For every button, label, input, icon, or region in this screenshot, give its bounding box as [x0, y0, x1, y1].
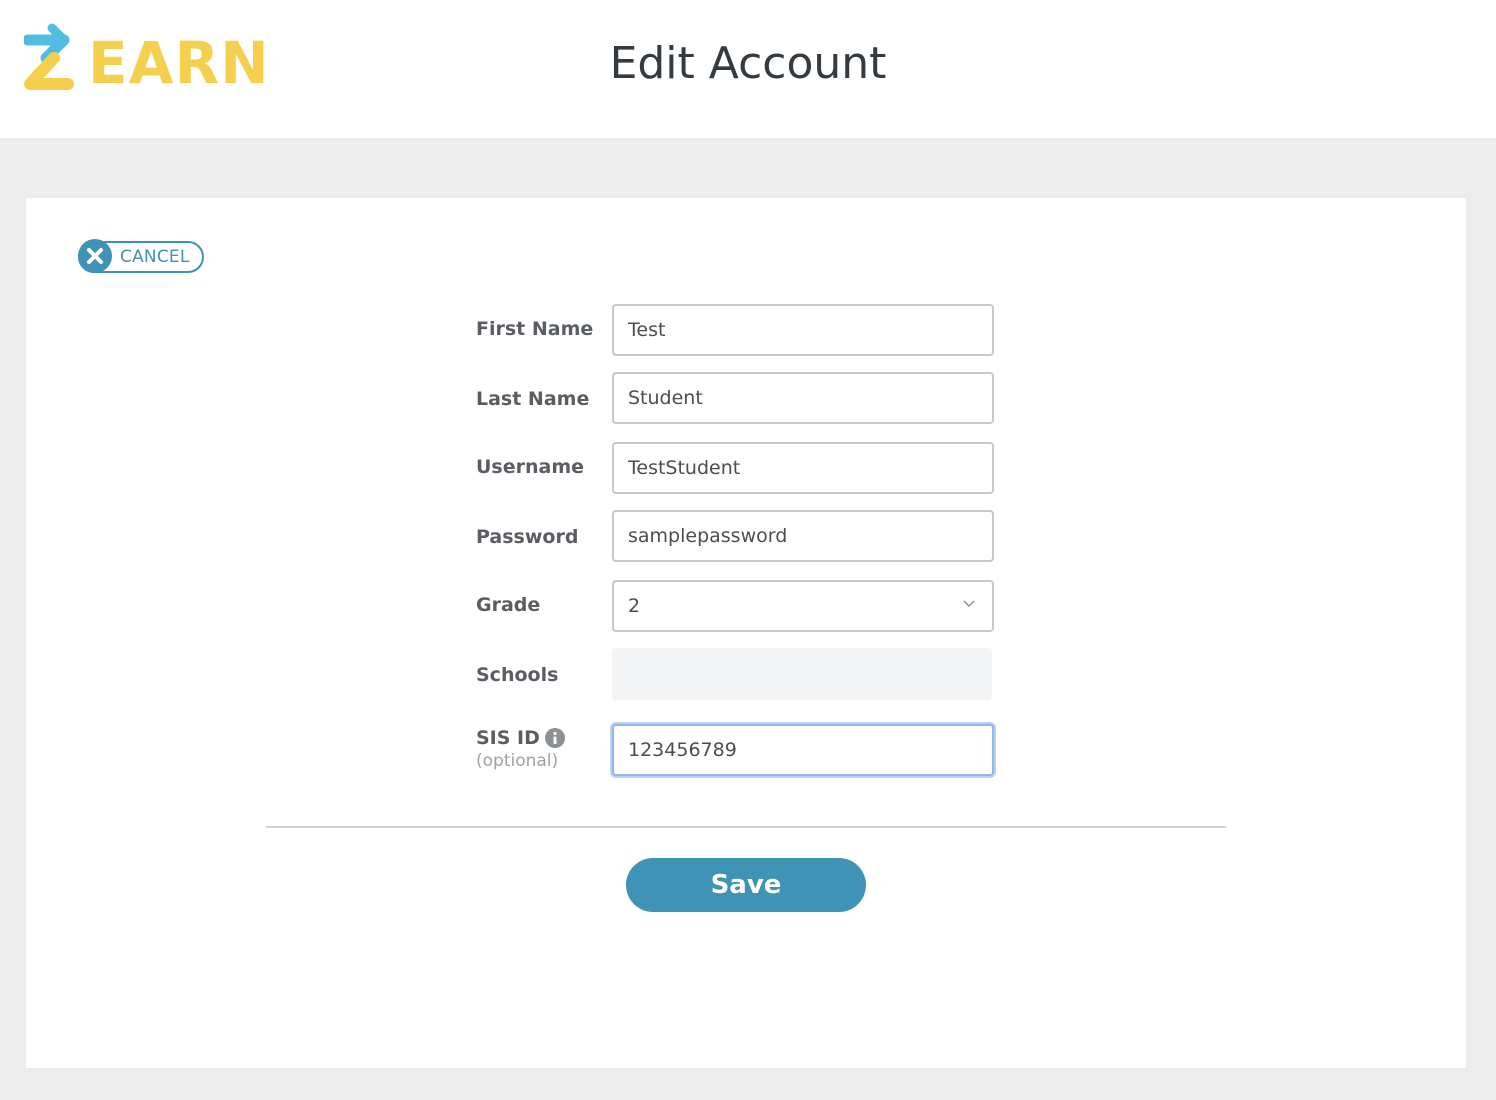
cancel-button[interactable]: CANCEL	[78, 239, 204, 273]
app-header: EARN Edit Account	[0, 0, 1496, 138]
grade-select[interactable]: 2	[612, 580, 994, 632]
info-icon[interactable]	[545, 728, 565, 748]
page-title: Edit Account	[609, 38, 887, 89]
first-name-label: First Name	[476, 318, 594, 340]
password-label: Password	[476, 526, 579, 548]
schools-field[interactable]	[612, 648, 992, 700]
schools-label: Schools	[476, 664, 559, 686]
username-label: Username	[476, 456, 585, 478]
edit-account-card: CANCEL First Name Last Name Username Pas…	[26, 198, 1466, 1068]
sis-id-label: SIS ID	[476, 727, 540, 749]
last-name-label: Last Name	[476, 388, 590, 410]
close-icon	[78, 239, 112, 273]
sis-id-input[interactable]	[612, 724, 994, 776]
cancel-label: CANCEL	[120, 247, 190, 267]
password-input[interactable]	[612, 510, 994, 562]
grade-selected-value: 2	[628, 595, 641, 617]
form-divider	[266, 826, 1226, 828]
first-name-input[interactable]	[612, 304, 994, 356]
username-input[interactable]	[612, 442, 994, 494]
sis-id-optional-hint: (optional)	[476, 751, 559, 771]
save-button[interactable]: Save	[626, 858, 866, 912]
last-name-input[interactable]	[612, 372, 994, 424]
grade-label: Grade	[476, 594, 541, 616]
